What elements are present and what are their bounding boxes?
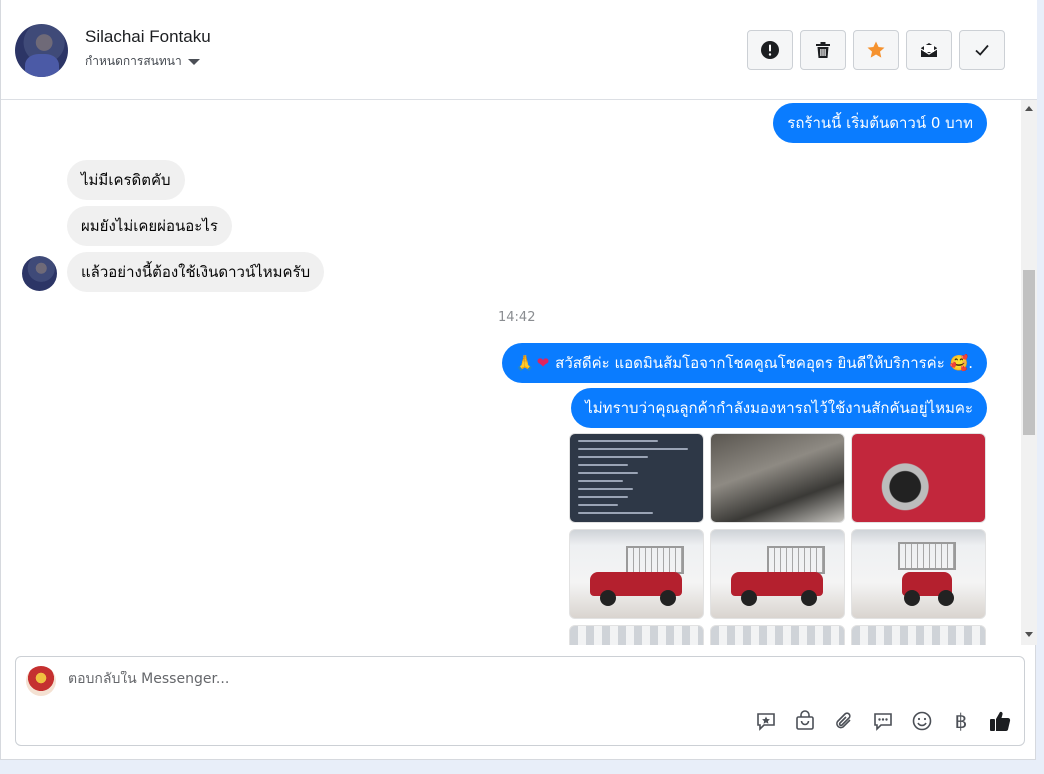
message-timestamp: 14:42	[498, 310, 536, 325]
saved-reply-button[interactable]	[754, 709, 778, 733]
outgoing-message[interactable]: รถร้านนี้ เริ่มต้นดาวน์ 0 บาท	[773, 103, 987, 143]
star-button[interactable]	[853, 30, 899, 70]
contact-avatar-small[interactable]	[22, 256, 57, 291]
conversation-header: Silachai Fontaku กำหนดการสนทนา	[1, 0, 1037, 100]
header-toolbar	[747, 30, 1005, 70]
check-icon	[975, 44, 989, 56]
emoji-button[interactable]	[910, 709, 934, 733]
saved-reply-icon	[757, 713, 775, 731]
contact-name[interactable]: Silachai Fontaku	[85, 27, 211, 47]
pickup-truck-image-thumbnail[interactable]	[710, 529, 845, 619]
mark-unread-button[interactable]	[906, 30, 952, 70]
scroll-down-arrow-icon[interactable]	[1025, 632, 1033, 637]
attach-button[interactable]	[832, 709, 856, 733]
image-thumbnail[interactable]	[710, 625, 845, 645]
shop-button[interactable]	[793, 709, 817, 733]
trash-icon	[816, 42, 830, 58]
message-text: สวัสดีค่ะ แอดมินส้มโอจากโชคคูณโชคอุดร ยิ…	[555, 354, 945, 372]
outgoing-message[interactable]: 🙏 ❤ สวัสดีค่ะ แอดมินส้มโอจากโชคคูณโชคอุดร …	[501, 343, 987, 383]
car-wheel-image-thumbnail[interactable]	[851, 433, 986, 523]
baht-icon: ฿	[954, 709, 968, 733]
thumbs-up-icon	[990, 711, 1011, 731]
image-thumbnail[interactable]	[851, 625, 986, 645]
quick-reply-button[interactable]	[871, 709, 895, 733]
paperclip-icon	[836, 712, 851, 729]
reply-composer: ฿	[15, 656, 1025, 746]
outgoing-message[interactable]: ไม่ทราบว่าคุณลูกค้ากำลังมองหารถไว้ใช้งาน…	[571, 388, 987, 428]
image-thumbnail[interactable]	[569, 625, 704, 645]
conversation-window: Silachai Fontaku กำหนดการสนทนา รถร้านนี้…	[0, 0, 1037, 760]
pickup-truck-image-thumbnail[interactable]	[569, 529, 704, 619]
message-list: รถร้านนี้ เริ่มต้นดาวน์ 0 บาท ไม่มีเครดิ…	[1, 100, 1021, 645]
exclamation-icon	[761, 41, 779, 59]
star-icon	[867, 41, 885, 58]
heart-emoji: ❤	[536, 354, 550, 372]
assign-conversation-dropdown[interactable]: กำหนดการสนทนา	[85, 52, 200, 71]
incoming-message[interactable]: ผมยังไม่เคยผ่อนอะไร	[67, 206, 232, 246]
like-button[interactable]	[988, 709, 1012, 733]
composer-toolbar: ฿	[754, 709, 1012, 733]
scrollbar-thumb[interactable]	[1023, 270, 1035, 435]
payment-button[interactable]: ฿	[949, 709, 973, 733]
car-interior-image-thumbnail[interactable]	[710, 433, 845, 523]
shopping-bag-icon	[796, 710, 814, 730]
pray-emoji: 🙏	[515, 354, 535, 372]
delete-button[interactable]	[800, 30, 846, 70]
assign-label: กำหนดการสนทนา	[85, 54, 182, 68]
envelope-icon	[920, 43, 938, 57]
contact-avatar[interactable]	[15, 24, 68, 77]
smiley-icon	[912, 711, 932, 731]
chat-scrollbar[interactable]	[1021, 100, 1037, 645]
incoming-message[interactable]: ไม่มีเครดิตคับ	[67, 160, 185, 200]
scroll-up-arrow-icon[interactable]	[1025, 106, 1033, 111]
chevron-down-icon	[187, 58, 200, 65]
reply-input[interactable]	[68, 671, 968, 687]
mark-done-button[interactable]	[959, 30, 1005, 70]
smiling-hearts-emoji: 🥰.	[949, 354, 973, 372]
page-avatar	[26, 666, 56, 696]
incoming-message[interactable]: แล้วอย่างนี้ต้องใช้เงินดาวน์ไหมครับ	[67, 252, 325, 292]
chat-dots-icon	[874, 713, 892, 731]
mark-spam-button[interactable]	[747, 30, 793, 70]
document-image-thumbnail[interactable]	[569, 433, 704, 523]
pickup-truck-rear-image-thumbnail[interactable]	[851, 529, 986, 619]
